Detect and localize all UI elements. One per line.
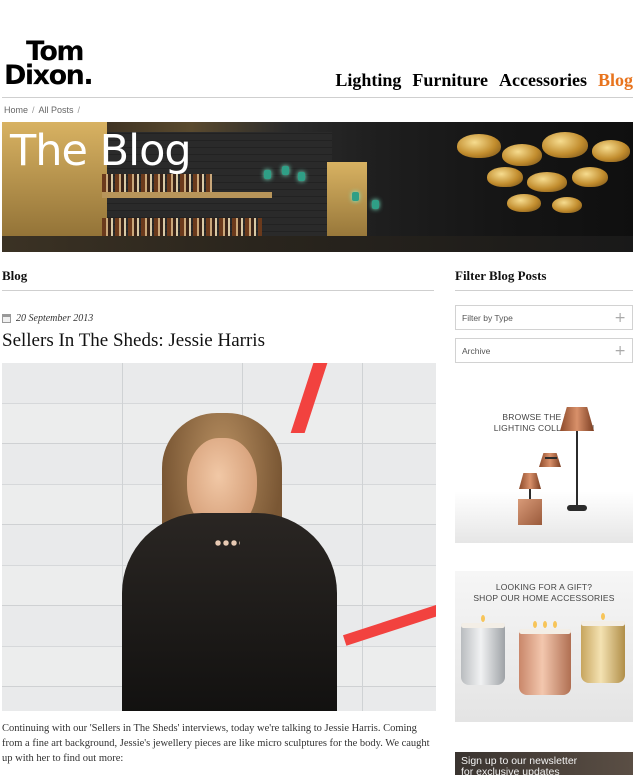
post-image[interactable]: [2, 363, 436, 711]
post-excerpt: Continuing with our 'Sellers in The Shed…: [2, 723, 430, 764]
candle-copper: [519, 621, 571, 695]
newsletter-signup-banner[interactable]: Sign up to our newsletter for exclusive …: [455, 752, 633, 775]
breadcrumb-home[interactable]: Home: [4, 105, 28, 115]
breadcrumb-separator: /: [77, 105, 81, 115]
floor-lamp-shade: [560, 407, 594, 431]
copper-cube-base: [518, 499, 542, 525]
post-title[interactable]: Sellers In The Sheds: Jessie Harris: [2, 330, 265, 352]
hero-copper-lamp: [527, 172, 567, 192]
archive-dropdown[interactable]: Archive +: [455, 338, 633, 363]
promo-gift-accessories[interactable]: LOOKING FOR A GIFT? SHOP OUR HOME ACCESS…: [455, 571, 633, 722]
candle-flame: [481, 615, 485, 622]
calendar-icon: [2, 314, 11, 323]
table-lamp-shade: [539, 453, 561, 467]
table-lamp-arm: [545, 457, 557, 459]
hero-green-light: [282, 166, 289, 175]
floor-lamp-pole: [576, 431, 578, 509]
promo-lighting-caption: BROWSE THE FULL LIGHTING COLLECTION: [455, 412, 633, 434]
promo-lighting-line-1: BROWSE THE FULL: [502, 412, 586, 422]
candle-flame: [533, 621, 537, 628]
hero-copper-lamp: [552, 197, 582, 213]
filter-label: Filter by Type: [462, 312, 513, 323]
photo-red-stripe: [290, 363, 328, 433]
brand-logo[interactable]: Tom Dixon.: [4, 38, 94, 91]
candle-wax: [519, 629, 571, 634]
hero-green-light: [352, 192, 359, 201]
main-nav: Lighting Furniture Accessories Blog: [335, 70, 633, 91]
photo-subject-necklace: [214, 538, 240, 548]
hero-green-light: [298, 172, 305, 181]
hero-copper-lamp: [542, 132, 588, 158]
plus-icon: +: [614, 309, 626, 326]
hero-copper-lamp: [572, 167, 608, 187]
hero-green-light: [264, 170, 271, 179]
promo-gift-line-1: LOOKING FOR A GIFT?: [495, 582, 593, 592]
hero-floor: [2, 236, 633, 252]
sidebar-title: Filter Blog Posts: [455, 268, 547, 283]
desk-lamp-shade: [519, 473, 541, 489]
hero-copper-lamp: [457, 134, 501, 158]
nav-item-lighting[interactable]: Lighting: [335, 70, 401, 91]
post-date: 20 September 2013: [2, 313, 93, 324]
header-divider: [2, 97, 633, 98]
breadcrumb-all-posts[interactable]: All Posts: [39, 105, 74, 115]
hero-copper-lamp: [502, 144, 542, 166]
hero-copper-lamp: [507, 194, 541, 212]
section-divider: [2, 290, 434, 291]
promo-lighting-line-2: LIGHTING COLLECTION: [493, 423, 595, 433]
newsletter-line-2: for exclusive updates: [461, 766, 560, 775]
nav-item-blog[interactable]: Blog: [598, 70, 633, 91]
candle-flame: [601, 613, 605, 620]
promo-gift-caption: LOOKING FOR A GIFT? SHOP OUR HOME ACCESS…: [455, 582, 633, 604]
candle-flame: [553, 621, 557, 628]
logo-line-2: Dixon.: [4, 60, 94, 91]
sidebar-divider: [455, 290, 633, 291]
post-date-text: 20 September 2013: [16, 313, 94, 324]
photo-board-line: [362, 363, 363, 711]
hero-title: The Blog: [10, 126, 192, 176]
nav-item-furniture[interactable]: Furniture: [412, 70, 488, 91]
hero-bottles: [102, 174, 212, 192]
candle-wax: [461, 623, 505, 628]
hero-shelf: [102, 192, 272, 198]
breadcrumb: Home / All Posts /: [4, 105, 80, 115]
hero-copper-lamp: [487, 167, 523, 187]
candle-silver: [461, 615, 505, 685]
photo-red-stripe: [342, 601, 436, 646]
blog-section-title: Blog: [2, 268, 28, 283]
candle-wax: [581, 621, 625, 626]
plus-icon: +: [614, 342, 626, 359]
hero-green-light: [372, 200, 379, 209]
filter-label: Archive: [462, 345, 491, 356]
floor-lamp-base: [567, 505, 587, 511]
candle-flame: [543, 621, 547, 628]
promo-lighting-collection[interactable]: BROWSE THE FULL LIGHTING COLLECTION: [455, 395, 633, 543]
filter-by-type-dropdown[interactable]: Filter by Type +: [455, 305, 633, 330]
promo-gift-line-2: SHOP OUR HOME ACCESSORIES: [473, 593, 615, 603]
breadcrumb-separator: /: [32, 105, 35, 115]
candle-gold: [581, 613, 625, 683]
nav-item-accessories[interactable]: Accessories: [499, 70, 587, 91]
hero-copper-lamp: [592, 140, 630, 162]
hero-bottles: [102, 218, 262, 236]
